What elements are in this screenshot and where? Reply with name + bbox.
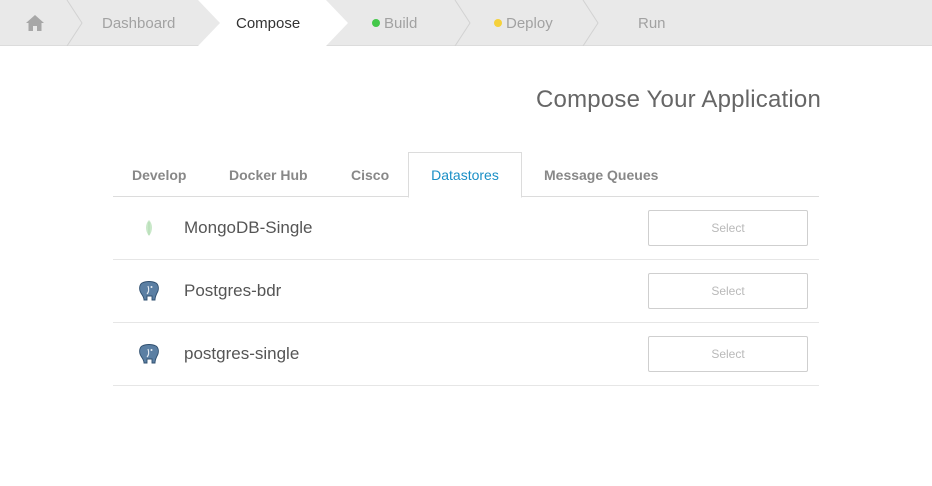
select-button[interactable]: Select <box>648 273 808 309</box>
select-button[interactable]: Select <box>648 210 808 246</box>
datastore-name: Postgres-bdr <box>184 281 282 300</box>
deploy-status-dot-icon <box>494 19 502 27</box>
breadcrumb-step-label: Build <box>384 14 418 32</box>
breadcrumb-step-compose[interactable]: Compose <box>236 0 300 46</box>
breadcrumb-step-label: Deploy <box>506 14 553 32</box>
list-item: Postgres-bdr Select <box>113 260 819 323</box>
breadcrumb-home[interactable] <box>0 0 70 46</box>
breadcrumb-step-deploy[interactable]: Deploy <box>494 0 553 46</box>
postgres-elephant-icon <box>135 278 163 304</box>
breadcrumb-step-label: Dashboard <box>102 14 176 32</box>
breadcrumb-step-label: Compose <box>236 14 301 32</box>
postgres-elephant-icon <box>135 341 163 367</box>
list-item: MongoDB-Single Select <box>113 197 819 260</box>
breadcrumb-step-build[interactable]: Build <box>372 0 417 46</box>
breadcrumb-step-dashboard[interactable]: Dashboard <box>102 0 175 46</box>
datastore-list: MongoDB-Single Select Postgres-bdr Selec… <box>113 197 819 386</box>
breadcrumb-step-label: Run <box>638 14 666 32</box>
tab-bar: Develop Docker Hub Cisco Datastores Mess… <box>113 152 819 198</box>
breadcrumb-step-run[interactable]: Run <box>638 0 666 46</box>
list-item: postgres-single Select <box>113 323 819 386</box>
tab-message-queues[interactable]: Message Queues <box>544 152 658 197</box>
breadcrumb-separator <box>454 0 471 46</box>
tab-datastores[interactable]: Datastores <box>408 152 522 198</box>
tab-cisco[interactable]: Cisco <box>351 152 389 197</box>
home-icon <box>26 15 44 31</box>
build-status-dot-icon <box>372 19 380 27</box>
page-title: Compose Your Application <box>536 86 821 113</box>
breadcrumb: Dashboard Compose Build Deploy Run <box>0 0 932 46</box>
tab-docker-hub[interactable]: Docker Hub <box>229 152 308 197</box>
mongodb-leaf-icon <box>135 215 163 241</box>
select-button[interactable]: Select <box>648 336 808 372</box>
tab-develop[interactable]: Develop <box>132 152 186 197</box>
datastore-name: postgres-single <box>184 344 300 363</box>
breadcrumb-separator <box>66 0 83 46</box>
datastore-name: MongoDB-Single <box>184 218 313 237</box>
breadcrumb-separator <box>582 0 599 46</box>
